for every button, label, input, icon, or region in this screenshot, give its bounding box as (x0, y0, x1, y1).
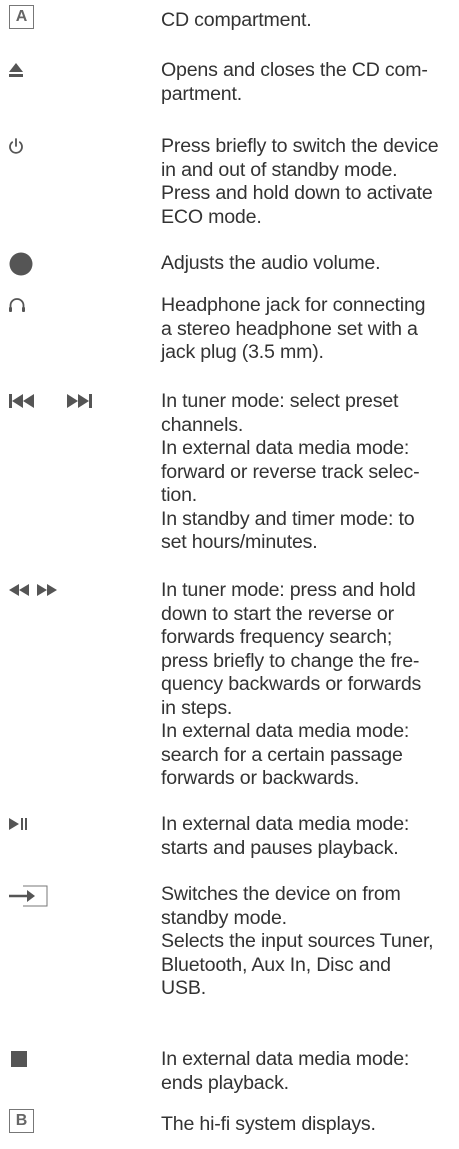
input-source-icon (9, 885, 48, 907)
rewind-fast-forward-icon (9, 584, 57, 596)
boxed-letter-a-icon: A (9, 5, 34, 29)
stop-icon (11, 1051, 27, 1067)
play-pause-icon (9, 818, 27, 830)
power-standby-icon (9, 138, 23, 154)
volume-knob-icon (9, 252, 33, 276)
headphones-icon (9, 298, 25, 312)
boxed-letter-b-icon: B (9, 1109, 34, 1133)
item-text: CD compartment. (161, 9, 312, 31)
eject-icon (9, 63, 23, 77)
skip-previous-next-icon (9, 394, 92, 408)
